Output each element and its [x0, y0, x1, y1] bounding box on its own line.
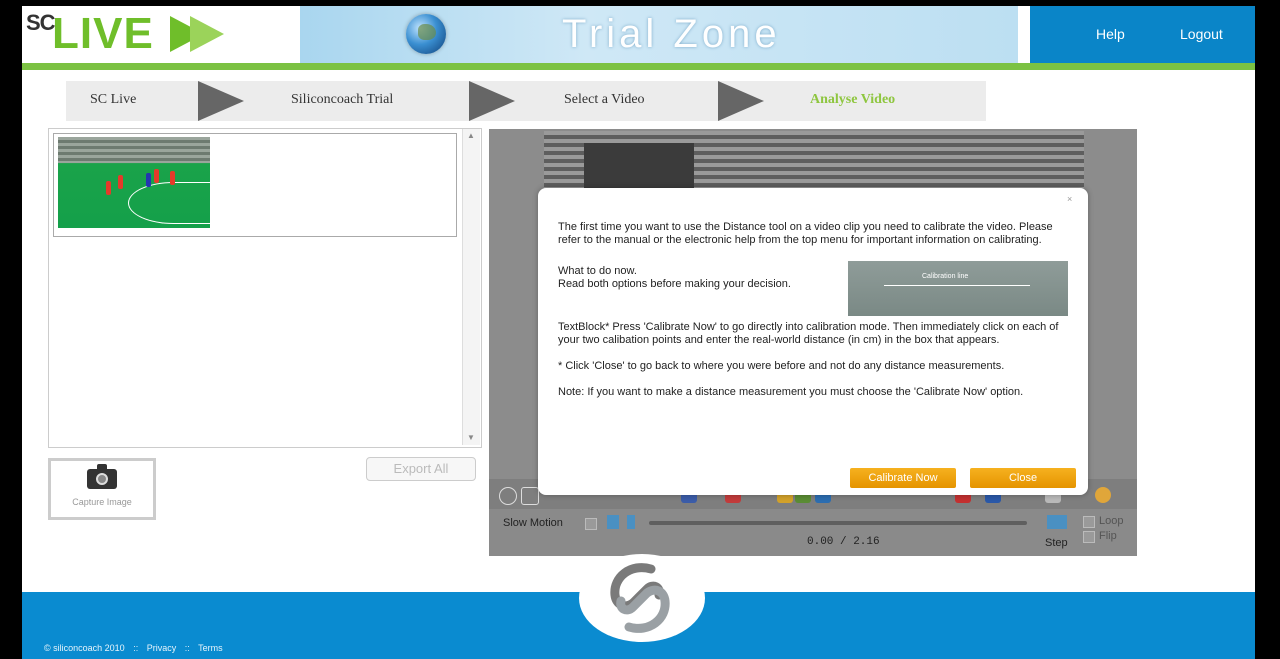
logo-word: LIVE: [52, 9, 154, 58]
globe-land-shape: [418, 24, 436, 40]
logo-arrow-icon-2: [190, 16, 224, 52]
terms-link[interactable]: Terms: [198, 643, 223, 653]
privacy-link[interactable]: Privacy: [147, 643, 177, 653]
player-figure: [106, 181, 111, 195]
footer-separator: ::: [133, 643, 139, 653]
step-arrows-icon[interactable]: [1047, 515, 1067, 529]
logout-link[interactable]: Logout: [1180, 26, 1223, 42]
logo-prefix: SC: [26, 10, 56, 35]
video-tunnel: [584, 143, 694, 193]
calibration-dialog: × The first time you want to use the Dis…: [538, 188, 1088, 495]
playback-controls: Slow Motion 0.00 / 2.16 Step Loop Flip: [489, 509, 1137, 556]
calibration-image-label: Calibration line: [922, 273, 969, 280]
video-thumbnail-item[interactable]: [53, 133, 457, 237]
timeline-slider[interactable]: [649, 521, 1027, 525]
player-figure: [170, 171, 175, 185]
chevron-right-icon: [718, 81, 764, 121]
player-figure: [146, 173, 151, 187]
capture-image-button[interactable]: Capture Image: [48, 458, 156, 520]
banner: Trial Zone: [300, 6, 1018, 63]
top-nav: Help Logout: [1030, 6, 1255, 63]
header-divider: [22, 63, 1255, 70]
time-readout: 0.00 / 2.16: [807, 536, 880, 548]
breadcrumb-sc-live[interactable]: SC Live: [90, 92, 136, 108]
step-label: Step: [1045, 537, 1068, 549]
player-figure: [118, 175, 123, 189]
close-button[interactable]: Close: [970, 468, 1076, 488]
dialog-read-both: Read both options before making your dec…: [558, 278, 791, 290]
color-palette-icon[interactable]: [1095, 487, 1111, 503]
logo[interactable]: SC LIVE: [22, 6, 300, 63]
dialog-option-close: * Click 'Close' to go back to where you …: [558, 360, 1005, 372]
rectangle-tool-icon[interactable]: [521, 487, 539, 505]
page-title: Trial Zone: [562, 12, 781, 56]
slow-motion-label: Slow Motion: [503, 517, 563, 529]
loop-label: Loop: [1099, 515, 1124, 527]
calibrate-now-button[interactable]: Calibrate Now: [850, 468, 956, 488]
help-link[interactable]: Help: [1096, 26, 1125, 42]
field-line: [128, 182, 210, 224]
flip-checkbox[interactable]: [1083, 531, 1095, 543]
prev-frame-icon[interactable]: [607, 515, 619, 529]
thumbnail-stands: [58, 137, 210, 163]
footer-links: © siliconcoach 2010 :: Privacy :: Terms: [44, 643, 229, 653]
calibration-preview-image: Calibration line: [848, 261, 1068, 316]
close-icon[interactable]: ×: [1067, 194, 1072, 204]
play-icon[interactable]: [627, 515, 635, 529]
chevron-right-icon: [198, 81, 244, 121]
footer-separator: ::: [184, 643, 190, 653]
dialog-what-to-do: What to do now.: [558, 265, 637, 277]
list-scrollbar[interactable]: ▲ ▼: [462, 129, 480, 445]
player-figure: [154, 169, 159, 183]
dialog-option-calibrate: TextBlock* Press 'Calibrate Now' to go d…: [558, 321, 1059, 346]
siliconcoach-logo-icon: [610, 563, 670, 633]
breadcrumb-siliconcoach-trial[interactable]: Siliconcoach Trial: [291, 92, 393, 108]
dialog-intro: The first time you want to use the Dista…: [558, 221, 1053, 246]
scroll-up-icon[interactable]: ▲: [467, 131, 475, 140]
video-thumbnail[interactable]: [58, 137, 210, 228]
breadcrumb-select-video[interactable]: Select a Video: [564, 92, 645, 108]
flip-label: Flip: [1099, 530, 1117, 542]
capture-image-label: Capture Image: [72, 497, 132, 507]
page: SC LIVE Trial Zone Help Logout SC Live S…: [22, 6, 1255, 659]
video-list-panel: ▲ ▼: [48, 128, 482, 448]
slow-motion-checkbox[interactable]: [585, 518, 597, 530]
chevron-right-icon: [469, 81, 515, 121]
loop-checkbox[interactable]: [1083, 516, 1095, 528]
scroll-down-icon[interactable]: ▼: [467, 433, 475, 442]
circle-tool-icon[interactable]: [499, 487, 517, 505]
export-all-button[interactable]: Export All: [366, 457, 476, 481]
breadcrumb: SC Live Siliconcoach Trial Select a Vide…: [66, 81, 986, 121]
copyright-text: © siliconcoach 2010: [44, 643, 125, 653]
dialog-note: Note: If you want to make a distance mea…: [558, 386, 1024, 398]
calibration-line: [884, 285, 1030, 286]
breadcrumb-analyse-video: Analyse Video: [810, 92, 896, 107]
camera-icon: [87, 464, 117, 489]
